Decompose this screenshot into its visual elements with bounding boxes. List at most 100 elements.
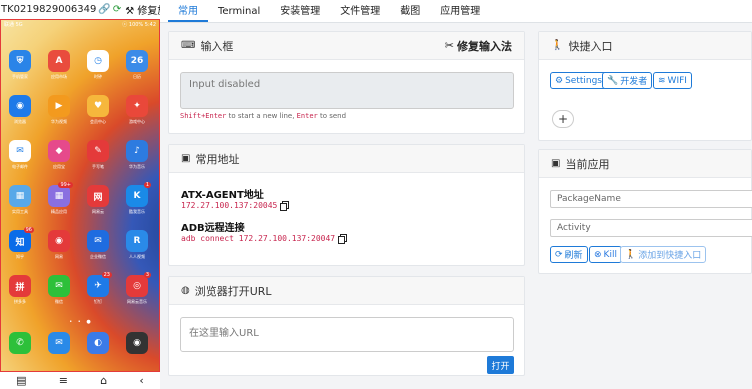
phone-app-icon[interactable]: ▦ 99+ 精品应用 — [45, 182, 73, 215]
current-app-card: ▣ 当前应用 PackageName Activity ⟳ 刷新 ⊗ Kill 🚶 添… — [538, 149, 752, 274]
device-serial: TK0219829006349 — [1, 4, 97, 15]
app-label: 微信 — [55, 299, 63, 304]
tab-1[interactable]: Terminal — [208, 6, 270, 22]
recent-apps-icon[interactable]: ▤ — [16, 374, 26, 387]
atx-address: 172.27.100.137:20045 — [181, 201, 290, 211]
phone-app-icon[interactable]: ◉ 网易 — [45, 230, 73, 260]
phone-app-icon[interactable]: ✉ 企业微信 — [84, 230, 112, 260]
atx-label: ATX-AGENT地址 — [181, 190, 264, 201]
app-glyph-icon: R — [126, 230, 148, 252]
phone-status-bar: 联通 5G ⓒ 100% 5:42 — [4, 21, 156, 28]
phone-app-icon[interactable]: ◎ 3 网易云音乐 — [123, 272, 151, 305]
adb-command-value: adb connect 172.27.100.137:20047 — [181, 234, 336, 243]
tab-0[interactable]: 常用 — [168, 2, 208, 22]
tab-3[interactable]: 文件管理 — [330, 2, 390, 22]
fix-ime-label: 修复输入法 — [457, 39, 512, 53]
shortcut-developer-label: 开发者 — [620, 77, 648, 87]
hint-key-shift-enter: Shift+Enter — [180, 112, 227, 120]
app-glyph-icon: ◉ — [48, 230, 70, 252]
tab-2[interactable]: 安装管理 — [270, 2, 330, 22]
phone-app-icon[interactable]: 26 日历 — [123, 50, 151, 80]
app-glyph-icon: ✈ — [87, 275, 109, 297]
phone-app-icon[interactable]: ◆ 应用宝 — [45, 140, 73, 170]
back-icon[interactable]: ‹ — [139, 374, 143, 387]
open-url-button[interactable]: 打开 — [487, 356, 514, 374]
page-indicator: • • ● — [69, 319, 93, 325]
home-icon[interactable]: ⌂ — [100, 374, 107, 387]
dock-app-icon[interactable]: ✉ — [45, 332, 73, 354]
app-glyph-icon: ⛨ — [9, 50, 31, 72]
app-glyph-icon: 26 — [126, 50, 148, 72]
add-to-shortcut-button[interactable]: 🚶 添加到快捷入口 — [620, 246, 707, 263]
app-label: 应用市场 — [51, 74, 67, 79]
fix-ime-button[interactable]: ✂ 修复输入法 — [445, 38, 512, 54]
phone-app-icon[interactable]: K 1 酷我音乐 — [123, 182, 151, 215]
shortcut-settings-button[interactable]: ⚙ Settings — [550, 72, 607, 89]
wrench-icon: 🔧 — [607, 75, 619, 86]
phone-app-icon[interactable]: ✉ 电子邮件 — [6, 140, 34, 170]
phone-app-icon[interactable]: ▦ 实用工具 — [6, 185, 34, 215]
app-label: 游戏中心 — [129, 119, 145, 124]
app-badge: 3 — [143, 272, 151, 278]
copy-icon[interactable] — [338, 234, 348, 244]
rotate-icon[interactable]: ⟳ — [113, 4, 121, 15]
app-glyph-icon: ✉ — [48, 332, 70, 354]
address-card: ▣ 常用地址 ATX-AGENT地址 172.27.100.137:20045 … — [168, 144, 525, 266]
input-textarea[interactable]: Input disabled — [180, 72, 514, 109]
app-glyph-icon: ◉ — [126, 332, 148, 354]
kill-button[interactable]: ⊗ Kill — [589, 246, 622, 263]
shortcut-wifi-label: WIFI — [667, 75, 687, 86]
dock-app-icon[interactable]: ✆ — [6, 332, 34, 354]
dock-app-icon[interactable]: ◐ — [84, 332, 112, 354]
hint-end: to send — [317, 112, 347, 120]
url-card: ◍ 浏览器打开URL 在这里输入URL 打开 — [168, 276, 525, 376]
shortcut-card-title: 快捷入口 — [568, 39, 613, 53]
phone-app-icon[interactable]: A 应用市场 — [45, 50, 73, 80]
app-root: TK0219829006349 🔗 ⟳ ⚒ 修复旋 联通 5G ⓒ 100% 5… — [0, 0, 752, 389]
app-glyph-icon: ✉ — [87, 230, 109, 252]
phone-app-icon[interactable]: 网网易云 — [84, 185, 112, 215]
input-card: ⌨ 输入框 ✂ 修复输入法 Input disabled Shift+Enter… — [168, 31, 525, 134]
phone-app-icon[interactable]: ▶ 华为视频 — [45, 95, 73, 125]
phone-app-icon[interactable]: ✉ 微信 — [45, 275, 73, 305]
phone-app-icon[interactable]: ✦ 游戏中心 — [123, 95, 151, 125]
phone-app-icon[interactable]: ♥ 会员中心 — [84, 95, 112, 125]
app-badge: 99+ — [58, 182, 73, 188]
phone-app-icon[interactable]: 拼拼多多 — [6, 275, 34, 305]
phone-app-icon[interactable]: 知 96 知乎 — [6, 227, 34, 260]
phone-app-icon[interactable]: ✈ 23 钉钉 — [84, 272, 112, 305]
phone-app-icon[interactable]: ◷ 时钟 — [84, 50, 112, 80]
copy-icon[interactable] — [280, 201, 290, 211]
add-shortcut-button[interactable]: + — [552, 110, 574, 128]
url-card-header: ◍ 浏览器打开URL — [169, 277, 524, 305]
app-label: 手机管家 — [12, 74, 28, 79]
tab-4[interactable]: 截图 — [390, 2, 430, 22]
app-glyph-icon: ✉ — [9, 140, 31, 162]
phone-app-icon[interactable]: ◉ 浏览器 — [6, 95, 34, 125]
phone-app-icon[interactable]: ⛨ 手机管家 — [6, 50, 34, 80]
url-placeholder: 在这里输入URL — [189, 328, 259, 339]
link-icon[interactable]: 🔗 — [98, 4, 110, 15]
app-label: 华为音乐 — [129, 164, 145, 169]
app-badge: 1 — [143, 182, 151, 188]
phone-screen[interactable]: 联通 5G ⓒ 100% 5:42 ⛨ 手机管家 A 应用市场 ◷ 时钟 26 日历 ◉ 浏览器 ▶… — [0, 19, 160, 372]
kill-label: Kill — [603, 249, 617, 260]
tab-5[interactable]: 应用管理 — [430, 2, 490, 22]
address-card-icon: ▣ — [181, 153, 191, 164]
menu-icon[interactable]: ≡ — [59, 374, 68, 387]
app-glyph-icon: ◐ — [87, 332, 109, 354]
current-app-card-header: ▣ 当前应用 — [539, 150, 751, 178]
phone-app-icon[interactable]: ✎ 手写笔 — [84, 140, 112, 170]
fix-rotation-button[interactable]: ⚒ 修复旋 — [125, 2, 160, 17]
phone-app-icon[interactable]: ♪ 华为音乐 — [123, 140, 151, 170]
app-label: 华为视频 — [51, 119, 67, 124]
shortcut-wifi-button[interactable]: ≋ WIFI — [653, 72, 692, 89]
package-name-input[interactable]: PackageName — [550, 190, 752, 208]
activity-input[interactable]: Activity — [550, 219, 752, 237]
refresh-button[interactable]: ⟳ 刷新 — [550, 246, 588, 263]
phone-status-right: ⓒ 100% 5:42 — [122, 22, 156, 28]
url-input[interactable]: 在这里输入URL — [180, 317, 514, 352]
dock-app-icon[interactable]: ◉ — [123, 332, 151, 354]
shortcut-developer-button[interactable]: 🔧 开发者 — [602, 72, 653, 89]
phone-app-icon[interactable]: R 人人视频 — [123, 230, 151, 260]
